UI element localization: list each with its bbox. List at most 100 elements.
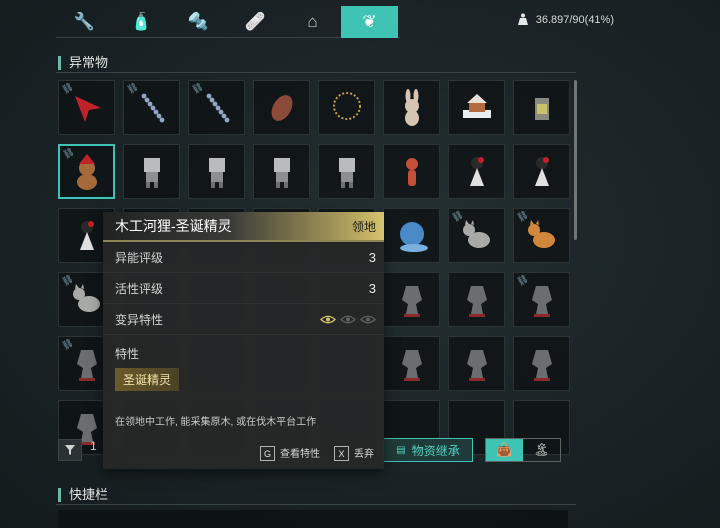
inventory-slot[interactable]: ⛓ bbox=[513, 272, 570, 327]
stat-label: 活性评级 bbox=[115, 281, 164, 296]
bead-chain-icon bbox=[141, 93, 164, 122]
orange-cat-icon bbox=[527, 219, 555, 248]
blue-snail-icon bbox=[399, 221, 428, 252]
inventory-slot[interactable]: ⛓ bbox=[188, 80, 245, 135]
toggle-bag[interactable]: 👜 bbox=[486, 439, 523, 461]
inventory-slot[interactable] bbox=[383, 144, 440, 199]
amulet-leaf-icon bbox=[271, 94, 292, 121]
house-icon: ⌂ bbox=[307, 12, 318, 31]
bead-chain-icon bbox=[206, 93, 229, 122]
box-robot-icon bbox=[208, 157, 225, 188]
tab-wrench[interactable]: 🔧 bbox=[56, 6, 113, 38]
inventory-slot[interactable] bbox=[383, 208, 440, 263]
gingerbread-house-icon bbox=[462, 93, 491, 118]
bunny-plush-icon bbox=[404, 88, 419, 126]
stat-label: 变异特性 bbox=[115, 312, 164, 327]
inventory-slot[interactable] bbox=[383, 272, 440, 327]
inventory-slot[interactable]: ⛓ bbox=[448, 208, 505, 263]
bag-icon: 👜 bbox=[496, 442, 513, 457]
gray-cat-icon bbox=[72, 283, 100, 312]
inventory-slot[interactable] bbox=[188, 144, 245, 199]
red-arrow-icon bbox=[74, 95, 101, 122]
category-tab-bar: 🔧 🧴 🔩 🩹 ⌂ ❦ bbox=[56, 6, 400, 38]
grid-scrollbar[interactable] bbox=[574, 80, 577, 240]
action-label: 查看特性 bbox=[280, 448, 320, 460]
inventory-slot[interactable] bbox=[123, 144, 180, 199]
dark-creature-icon bbox=[531, 349, 552, 381]
wrench-icon: 🔧 bbox=[73, 12, 96, 31]
inventory-slot[interactable] bbox=[448, 272, 505, 327]
tooltip-actions: G 查看特性 X 丢弃 bbox=[260, 445, 374, 461]
tab-bolt[interactable]: 🔩 bbox=[170, 6, 227, 38]
inherit-label: 物资继承 bbox=[411, 443, 460, 458]
inventory-slot[interactable]: ⛓ bbox=[58, 80, 115, 135]
trait-chip[interactable]: 圣诞精灵 bbox=[115, 368, 180, 391]
inventory-slot[interactable] bbox=[253, 80, 310, 135]
eye-icon bbox=[360, 315, 376, 323]
section-title-anomalies: 异常物 bbox=[58, 56, 108, 70]
fox-figure-icon bbox=[405, 157, 418, 186]
inventory-slot[interactable] bbox=[448, 144, 505, 199]
lighter-icon bbox=[534, 97, 549, 120]
bolt-icon: 🔩 bbox=[187, 12, 210, 31]
inventory-slot[interactable]: ⛓ bbox=[123, 80, 180, 135]
traits-label: 特性 bbox=[115, 347, 140, 361]
filter-button[interactable] bbox=[58, 439, 82, 461]
box-robot-icon bbox=[338, 157, 355, 188]
stat-label: 异能评级 bbox=[115, 250, 164, 265]
inventory-slot[interactable] bbox=[318, 80, 375, 135]
box-robot-icon bbox=[143, 157, 160, 188]
toggle-island[interactable]: 🏝 bbox=[523, 439, 560, 461]
quickbar-slots[interactable] bbox=[58, 510, 568, 528]
box-robot-icon bbox=[273, 157, 290, 188]
tab-house[interactable]: ⌂ bbox=[284, 6, 341, 38]
inherit-supplies-button[interactable]: ▤ 物资继承 bbox=[383, 438, 473, 462]
inventory-slot[interactable]: ⛓ bbox=[58, 144, 115, 199]
inventory-slot[interactable]: ⛓ bbox=[513, 208, 570, 263]
inventory-slot[interactable] bbox=[513, 336, 570, 391]
tab-bottle[interactable]: 🧴 bbox=[113, 6, 170, 38]
island-icon: 🏝 bbox=[533, 442, 550, 457]
doll-figure-icon bbox=[79, 220, 94, 250]
tooltip-header: 木工河狸-圣诞精灵 领地 bbox=[103, 212, 384, 242]
butterfly-icon: ❦ bbox=[362, 12, 377, 31]
storage-toggle: 👜 🏝 bbox=[485, 438, 561, 462]
dark-creature-icon bbox=[466, 349, 487, 381]
stat-row: 活性评级 3 bbox=[103, 273, 384, 304]
key-hint: G bbox=[260, 446, 275, 461]
stat-value: 3 bbox=[368, 280, 376, 296]
bottle-icon: 🧴 bbox=[130, 12, 153, 31]
dark-creature-icon bbox=[466, 285, 487, 317]
inventory-slot[interactable] bbox=[448, 80, 505, 135]
filter-icon bbox=[65, 445, 75, 455]
stat-row: 变异特性 bbox=[103, 304, 384, 335]
item-tooltip: 木工河狸-圣诞精灵 领地 异能评级 3 活性评级 3 变异特性 特性 圣诞精灵 … bbox=[103, 212, 384, 469]
inventory-slot[interactable] bbox=[513, 144, 570, 199]
eye-icon bbox=[320, 315, 336, 323]
section-divider bbox=[56, 72, 576, 73]
doll-figure-icon bbox=[534, 156, 549, 186]
carry-weight-value: 36.897/90(41%) bbox=[535, 13, 614, 26]
tab-butterfly[interactable]: ❦ bbox=[341, 6, 398, 38]
mutation-eyes bbox=[320, 315, 376, 324]
inventory-slot[interactable] bbox=[318, 144, 375, 199]
view-traits-action[interactable]: G 查看特性 bbox=[260, 445, 320, 461]
inventory-slot[interactable] bbox=[383, 336, 440, 391]
inventory-slot[interactable] bbox=[383, 80, 440, 135]
inventory-slot[interactable] bbox=[253, 144, 310, 199]
tab-first-aid[interactable]: 🩹 bbox=[227, 6, 284, 38]
necklace-icon bbox=[332, 91, 361, 120]
section-title-quickbar: 快捷栏 bbox=[58, 488, 108, 502]
key-hint: X bbox=[334, 446, 349, 461]
dark-creature-icon bbox=[531, 285, 552, 317]
tooltip-description: 在领地中工作, 能采集原木, 或在伐木平台工作 bbox=[115, 417, 317, 428]
tooltip-title: 木工河狸-圣诞精灵 bbox=[115, 218, 232, 234]
gray-cat-icon bbox=[462, 219, 490, 248]
dark-creature-icon bbox=[401, 285, 422, 317]
discard-action[interactable]: X 丢弃 bbox=[334, 445, 374, 461]
inventory-slot[interactable] bbox=[448, 336, 505, 391]
section-divider bbox=[56, 504, 576, 505]
inventory-slot[interactable] bbox=[513, 80, 570, 135]
eye-icon bbox=[340, 315, 356, 323]
dark-creature-icon bbox=[76, 349, 97, 381]
